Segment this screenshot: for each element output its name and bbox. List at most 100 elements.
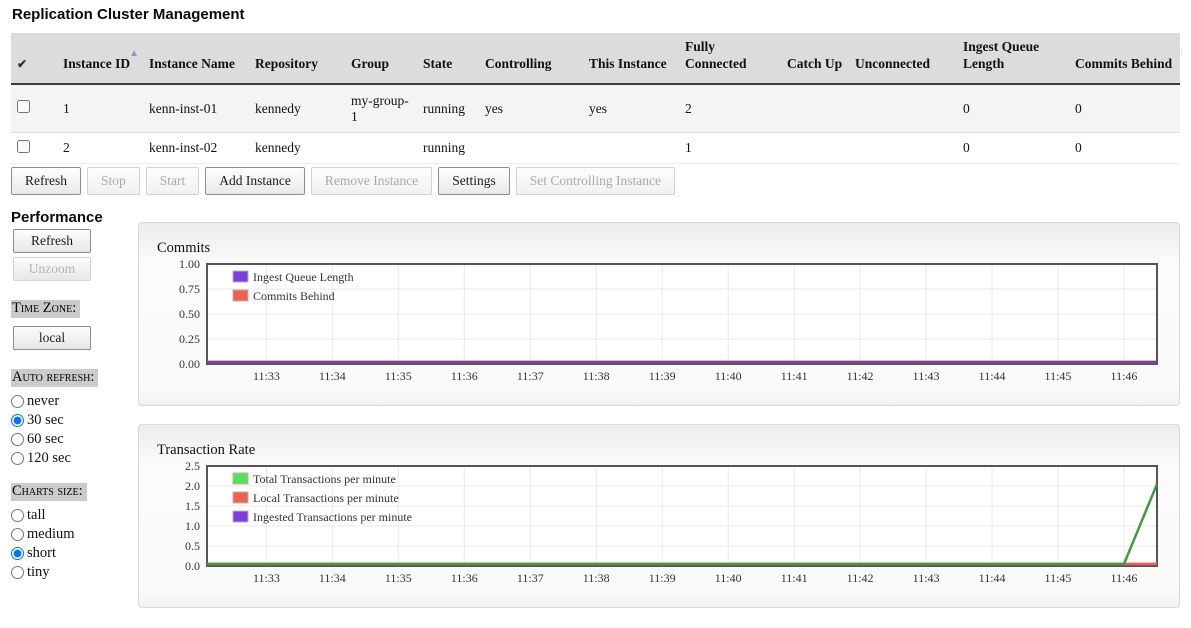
commits-panel: Commits11:3311:3411:3511:3611:3711:3811:… xyxy=(138,222,1180,406)
legend-label: Ingest Queue Length xyxy=(253,270,354,284)
legend-swatch xyxy=(233,271,248,282)
instances-table: ✔Instance ID▲↕Instance Name↕Repository↕G… xyxy=(11,33,1180,164)
column-header-unconnected[interactable]: Unconnected↕ xyxy=(849,33,957,84)
add-instance-button[interactable]: Add Instance xyxy=(205,167,305,195)
cell-this_instance xyxy=(583,133,679,164)
x-tick-label: 11:42 xyxy=(847,369,874,383)
x-tick-label: 11:35 xyxy=(385,369,412,383)
x-tick-label: 11:34 xyxy=(319,369,346,383)
x-tick-label: 11:36 xyxy=(451,571,478,585)
column-header-catch_up[interactable]: Catch Up↕ xyxy=(781,33,849,84)
x-tick-label: 11:43 xyxy=(913,571,940,585)
legend-label: Local Transactions per minute xyxy=(253,491,399,505)
column-label: Group xyxy=(351,56,389,71)
radio-input[interactable] xyxy=(11,509,24,522)
cell-controlling: yes xyxy=(479,84,583,133)
column-header-controlling[interactable]: Controlling↕ xyxy=(479,33,583,84)
column-header-select: ✔ xyxy=(11,33,57,84)
cell-instance_name: kenn-inst-01 xyxy=(143,84,249,133)
radio-input[interactable] xyxy=(11,528,24,541)
radio-label: 60 sec xyxy=(27,431,64,448)
column-label: Repository xyxy=(255,56,318,71)
radio-input[interactable] xyxy=(11,395,24,408)
y-tick-label: 0.25 xyxy=(179,332,200,346)
unzoom-button: Unzoom xyxy=(13,257,91,281)
radio-auto-refresh-120-sec[interactable]: 120 sec xyxy=(11,449,138,468)
column-label: Ingest Queue Length xyxy=(963,39,1039,71)
remove-instance-button: Remove Instance xyxy=(311,167,432,195)
radio-input[interactable] xyxy=(11,433,24,446)
y-tick-label: 2.0 xyxy=(185,479,200,493)
performance-title: Performance xyxy=(11,209,138,226)
column-header-ingest_queue_length[interactable]: Ingest Queue Length↕ xyxy=(957,33,1069,84)
auto-refresh-options: never 30 sec 60 sec120 sec xyxy=(11,392,138,468)
legend-label: Total Transactions per minute xyxy=(253,472,396,486)
y-tick-label: 0.5 xyxy=(185,539,200,553)
column-header-state[interactable]: State↕ xyxy=(417,33,479,84)
refresh-button[interactable]: Refresh xyxy=(11,167,81,195)
column-label: Instance ID xyxy=(63,56,130,71)
cell-repository: kennedy xyxy=(249,84,345,133)
charts-column: Commits11:3311:3411:3511:3611:3711:3811:… xyxy=(138,222,1180,626)
transaction-rate-chart-title: Transaction Rate xyxy=(157,442,1179,459)
cell-group: my-group-1 xyxy=(345,84,417,133)
radio-auto-refresh-never[interactable]: never xyxy=(11,392,138,411)
timezone-label: Time Zone: xyxy=(11,300,80,318)
x-tick-label: 11:41 xyxy=(781,369,808,383)
x-tick-label: 11:35 xyxy=(385,571,412,585)
column-header-group[interactable]: Group↕ xyxy=(345,33,417,84)
y-tick-label: 0.00 xyxy=(179,357,200,371)
y-tick-label: 1.00 xyxy=(179,260,200,271)
sort-hint-icon: ↕ xyxy=(1179,46,1184,59)
cell-unconnected xyxy=(849,84,957,133)
radio-label: medium xyxy=(27,526,75,543)
radio-label: never xyxy=(27,393,59,410)
transaction-rate-chart[interactable]: 11:3311:3411:3511:3611:3711:3811:3911:40… xyxy=(155,462,1179,595)
refresh-charts-button[interactable]: Refresh xyxy=(13,229,91,253)
legend-swatch xyxy=(233,511,248,522)
commits-chart[interactable]: 11:3311:3411:3511:3611:3711:3811:3911:40… xyxy=(155,260,1179,393)
x-tick-label: 11:38 xyxy=(583,571,610,585)
radio-input[interactable] xyxy=(11,452,24,465)
radio-label: tall xyxy=(27,507,46,524)
x-tick-label: 11:43 xyxy=(913,369,940,383)
cluster-toolbar: RefreshStopStartAdd InstanceRemove Insta… xyxy=(11,167,1180,195)
column-header-commits_behind[interactable]: Commits Behind↕ xyxy=(1069,33,1180,84)
radio-label: 30 sec xyxy=(27,412,64,429)
column-header-instance_id[interactable]: Instance ID▲↕ xyxy=(57,33,143,84)
radio-auto-refresh-30-sec[interactable]: 30 sec xyxy=(11,411,138,430)
row-select-checkbox[interactable] xyxy=(17,140,30,153)
cell-commits_behind: 0 xyxy=(1069,84,1180,133)
auto-refresh-label: Auto refresh: xyxy=(11,369,98,387)
x-tick-label: 11:38 xyxy=(583,369,610,383)
column-header-this_instance[interactable]: This Instance↕ xyxy=(583,33,679,84)
radio-input[interactable] xyxy=(11,566,24,579)
radio-charts-size-short[interactable]: short xyxy=(11,544,138,563)
x-tick-label: 11:37 xyxy=(517,571,544,585)
page-title: Replication Cluster Management xyxy=(12,6,1180,23)
x-tick-label: 11:33 xyxy=(253,369,280,383)
cell-catch_up xyxy=(781,133,849,164)
radio-auto-refresh-60-sec[interactable]: 60 sec xyxy=(11,430,138,449)
transaction-rate-panel: Transaction Rate11:3311:3411:3511:3611:3… xyxy=(138,424,1180,608)
radio-charts-size-medium[interactable]: medium xyxy=(11,525,138,544)
cell-select xyxy=(11,84,57,133)
radio-input[interactable] xyxy=(11,547,24,560)
column-header-instance_name[interactable]: Instance Name↕ xyxy=(143,33,249,84)
column-header-fully_connected[interactable]: Fully Connected↕ xyxy=(679,33,781,84)
cell-controlling xyxy=(479,133,583,164)
settings-button[interactable]: Settings xyxy=(438,167,510,195)
legend-label: Ingested Transactions per minute xyxy=(253,510,412,524)
radio-charts-size-tiny[interactable]: tiny xyxy=(11,563,138,582)
column-header-repository[interactable]: Repository↕ xyxy=(249,33,345,84)
performance-sidebar: Performance Refresh Unzoom Time Zone: lo… xyxy=(11,209,138,582)
column-label: Catch Up xyxy=(787,56,842,71)
radio-input[interactable] xyxy=(11,414,24,427)
row-select-checkbox[interactable] xyxy=(17,100,30,113)
cell-fully_connected: 2 xyxy=(679,84,781,133)
column-label: ✔ xyxy=(17,57,27,71)
timezone-button[interactable]: local xyxy=(13,326,91,350)
charts-size-label: Charts size: xyxy=(11,483,87,501)
cell-ingest_queue_length: 0 xyxy=(957,133,1069,164)
radio-charts-size-tall[interactable]: tall xyxy=(11,506,138,525)
